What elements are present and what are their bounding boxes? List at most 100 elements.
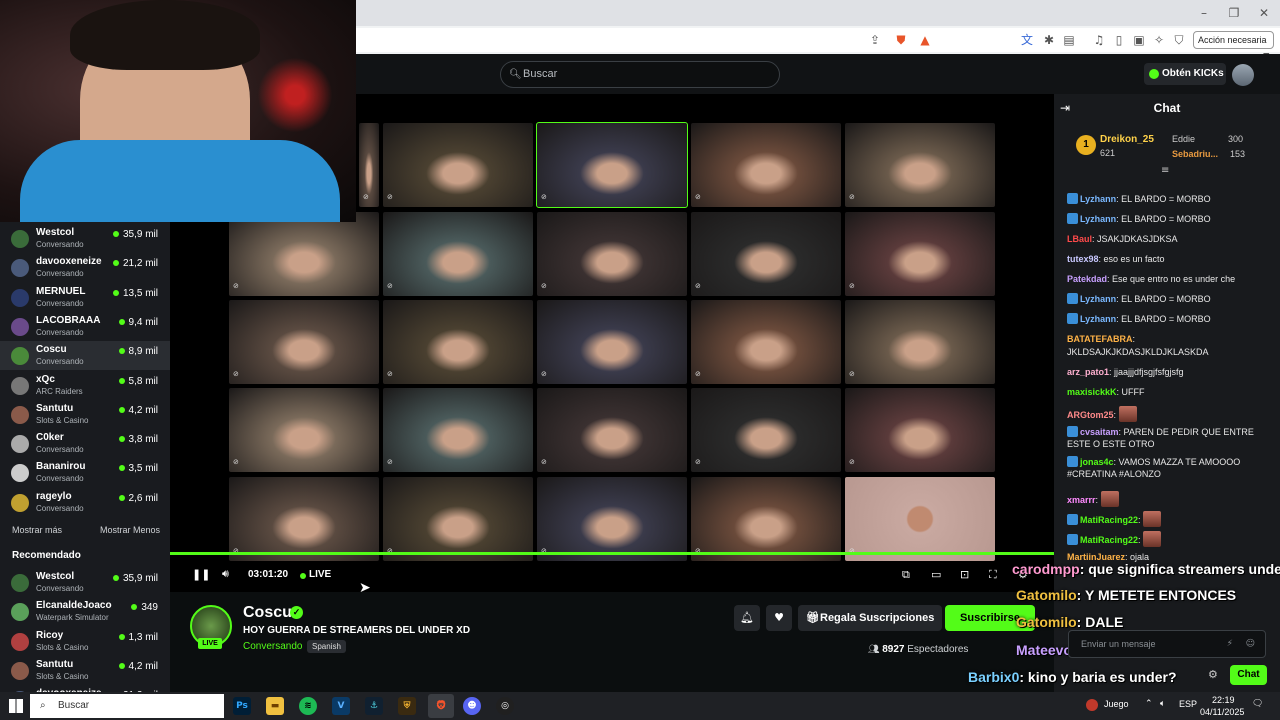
clock-date[interactable]: 04/11/2025 <box>1200 707 1244 717</box>
chat-send-button[interactable]: Chat <box>1230 665 1267 685</box>
sidebar-channel[interactable]: Santutu Slots & Casino 4,2 mil <box>0 656 170 685</box>
music-icon[interactable]: ♫ <box>1090 31 1108 49</box>
sidebar-channel[interactable]: xQc ARC Raiders 5,8 mil <box>0 371 170 400</box>
sidebar-channel[interactable]: Bananirou Conversando 3,5 mil <box>0 458 170 487</box>
emoji-icon[interactable]: ☺ <box>1246 631 1255 657</box>
photoshop-icon[interactable]: Ps <box>233 697 251 715</box>
notification-bell-icon[interactable]: 🔔︎ <box>734 605 760 631</box>
chat-username[interactable]: arz_pato1 <box>1067 367 1109 377</box>
channel-category: Conversando <box>36 445 84 455</box>
channel-name[interactable]: Coscu <box>243 604 292 622</box>
stream-category[interactable]: Conversando <box>243 641 302 652</box>
emote-icon <box>1100 491 1119 507</box>
brave-rewards-icon[interactable]: ▲ <box>916 31 934 49</box>
sidebar-channel[interactable]: rageylo Conversando 2,6 mil <box>0 488 170 517</box>
sidebar-channel[interactable]: LACOBRAAA Conversando 9,4 mil <box>0 312 170 341</box>
clock-time[interactable]: 22:19 <box>1212 695 1235 705</box>
spotify-icon[interactable]: ≋ <box>299 697 317 715</box>
game-launcher-icon[interactable]: ⛨ <box>398 697 416 715</box>
sidebar-channel[interactable]: MERNUEL Conversando 13,5 mil <box>0 283 170 312</box>
chat-username[interactable]: Lyzhann <box>1080 294 1116 304</box>
follow-heart-icon[interactable]: ♥ <box>766 605 792 631</box>
game-label[interactable]: Juego <box>1104 699 1129 709</box>
chat-username[interactable]: xmarrr <box>1067 495 1096 505</box>
chat-username[interactable]: MatiRacing22 <box>1080 535 1138 545</box>
close-icon[interactable]: ✕ <box>1250 4 1278 22</box>
show-more-link[interactable]: Mostrar más <box>12 525 62 535</box>
translate-icon[interactable]: 文 <box>1018 31 1036 49</box>
chat-input[interactable]: Enviar un mensaje ⚡ ☺ <box>1068 630 1266 658</box>
sidebar-channel[interactable]: davooxeneize Conversando 21,2 mil <box>0 253 170 282</box>
extensions-icon[interactable]: ✱ <box>1040 31 1058 49</box>
share-icon[interactable]: ⇪ <box>866 31 884 49</box>
chat-message: ARGtom25: <box>1067 406 1267 422</box>
leaderboard-user-1[interactable]: Dreikon_25 <box>1100 134 1154 145</box>
tray-chevron-icon[interactable]: ⌃ <box>1145 699 1153 709</box>
chat-username[interactable]: Patekdad <box>1067 274 1107 284</box>
get-kicks-button[interactable]: Obtén KICKs <box>1144 63 1226 85</box>
pause-icon[interactable]: ❚❚ <box>192 568 210 581</box>
volume-icon[interactable]: 🔊︎ <box>222 567 229 581</box>
chat-username[interactable]: Lyzhann <box>1080 194 1116 204</box>
leaderboard-user-3[interactable]: Sebadriu... <box>1172 149 1218 159</box>
chat-username[interactable]: BATATEFABRA <box>1067 334 1133 344</box>
miniplayer-icon[interactable]: ⧉ <box>902 568 910 582</box>
vpn-icon[interactable]: ⛉ <box>1170 31 1188 49</box>
user-avatar[interactable] <box>1232 64 1254 86</box>
chat-username[interactable]: maxisickkK <box>1067 387 1117 397</box>
gift-subs-button[interactable]: 🎁︎ Regala Suscripciones <box>798 605 942 631</box>
action-needed-button[interactable]: Acción necesaria≡ <box>1193 31 1274 61</box>
brave-shield-icon[interactable]: ⛊ <box>892 31 910 49</box>
sidebar-channel[interactable]: C0ker Conversando 3,8 mil <box>0 429 170 458</box>
chat-username[interactable]: LBaul <box>1067 234 1092 244</box>
sidebar-channel[interactable]: Ricoy Slots & Casino 1,3 mil <box>0 627 170 656</box>
language-indicator[interactable]: ESP <box>1179 699 1197 709</box>
notifications-icon[interactable]: 🗨︎ <box>1252 699 1263 709</box>
chat-username[interactable]: MatiRacing22 <box>1080 515 1138 525</box>
theater-mode-icon[interactable]: ▭ <box>931 568 941 581</box>
expand-leaderboard-icon[interactable]: ≡ <box>1161 165 1169 176</box>
chat-username[interactable]: tutex98 <box>1067 254 1099 264</box>
chat-username[interactable]: ARGtom25 <box>1067 410 1114 420</box>
tab-manager-icon[interactable]: ▤ <box>1060 31 1078 49</box>
leo-icon[interactable]: ✧ <box>1150 31 1168 49</box>
chat-username[interactable]: Lyzhann <box>1080 314 1116 324</box>
sidebar-icon[interactable]: ▯ <box>1110 31 1128 49</box>
taskbar-search[interactable]: ⌕ Buscar <box>30 694 224 718</box>
chat-username[interactable]: Lyzhann <box>1080 214 1116 224</box>
chat-settings-icon[interactable]: ⚙ <box>1208 668 1218 681</box>
show-less-link[interactable]: Mostrar Menos <box>100 525 160 535</box>
app-icon[interactable]: ⚓ <box>365 697 383 715</box>
sidebar-channel[interactable]: Coscu Conversando 8,9 mil <box>0 341 170 371</box>
obs-icon[interactable]: ◎ <box>496 697 514 715</box>
channel-name: rageylo <box>36 490 72 502</box>
file-explorer-icon[interactable]: ▬ <box>266 697 284 715</box>
maximize-icon[interactable]: ❐ <box>1220 4 1248 22</box>
sidebar-channel[interactable]: ElcanaldeJoaco Waterpark Simulator 349 <box>0 597 170 626</box>
viewer-count: 4,2 mil <box>118 405 158 416</box>
sidebar-channel[interactable]: Westcol Conversando 35,9 mil <box>0 568 170 597</box>
wallet-icon[interactable]: ▣ <box>1130 31 1148 49</box>
windows-start-icon[interactable] <box>9 699 23 713</box>
channel-name: LACOBRAAA <box>36 314 101 326</box>
vegas-icon[interactable]: V <box>332 697 350 715</box>
brave-browser-icon[interactable]: 🦁︎ <box>428 694 454 718</box>
chat-username[interactable]: cvsaitam <box>1080 427 1119 437</box>
discord-icon[interactable]: ☻ <box>463 697 481 715</box>
fullscreen-icon[interactable]: ⛶ <box>989 568 997 582</box>
minimize-icon[interactable]: – <box>1190 4 1218 22</box>
participant-video: ⊘ <box>229 388 379 472</box>
sidebar-channel[interactable]: Westcol Conversando 35,9 mil <box>0 224 170 253</box>
volume-tray-icon[interactable]: 🔈︎ <box>1160 699 1165 709</box>
emote-picker-icon[interactable]: ⚡ <box>1227 631 1233 657</box>
chat-message: BATATEFABRA: <box>1067 333 1267 345</box>
chat-username[interactable]: jonas4c <box>1080 457 1114 467</box>
leaderboard-user-2[interactable]: Eddie <box>1172 134 1195 144</box>
clip-icon[interactable]: ⊡ <box>960 568 969 581</box>
search-icon: 🔍︎ <box>509 69 522 80</box>
progress-bar[interactable] <box>170 552 1054 555</box>
search-input[interactable]: 🔍︎ Buscar <box>500 61 780 88</box>
language-tag[interactable]: Spanish <box>307 640 346 653</box>
chat-text: : EL BARDO = MORBO <box>1116 294 1211 304</box>
sidebar-channel[interactable]: Santutu Slots & Casino 4,2 mil <box>0 400 170 429</box>
